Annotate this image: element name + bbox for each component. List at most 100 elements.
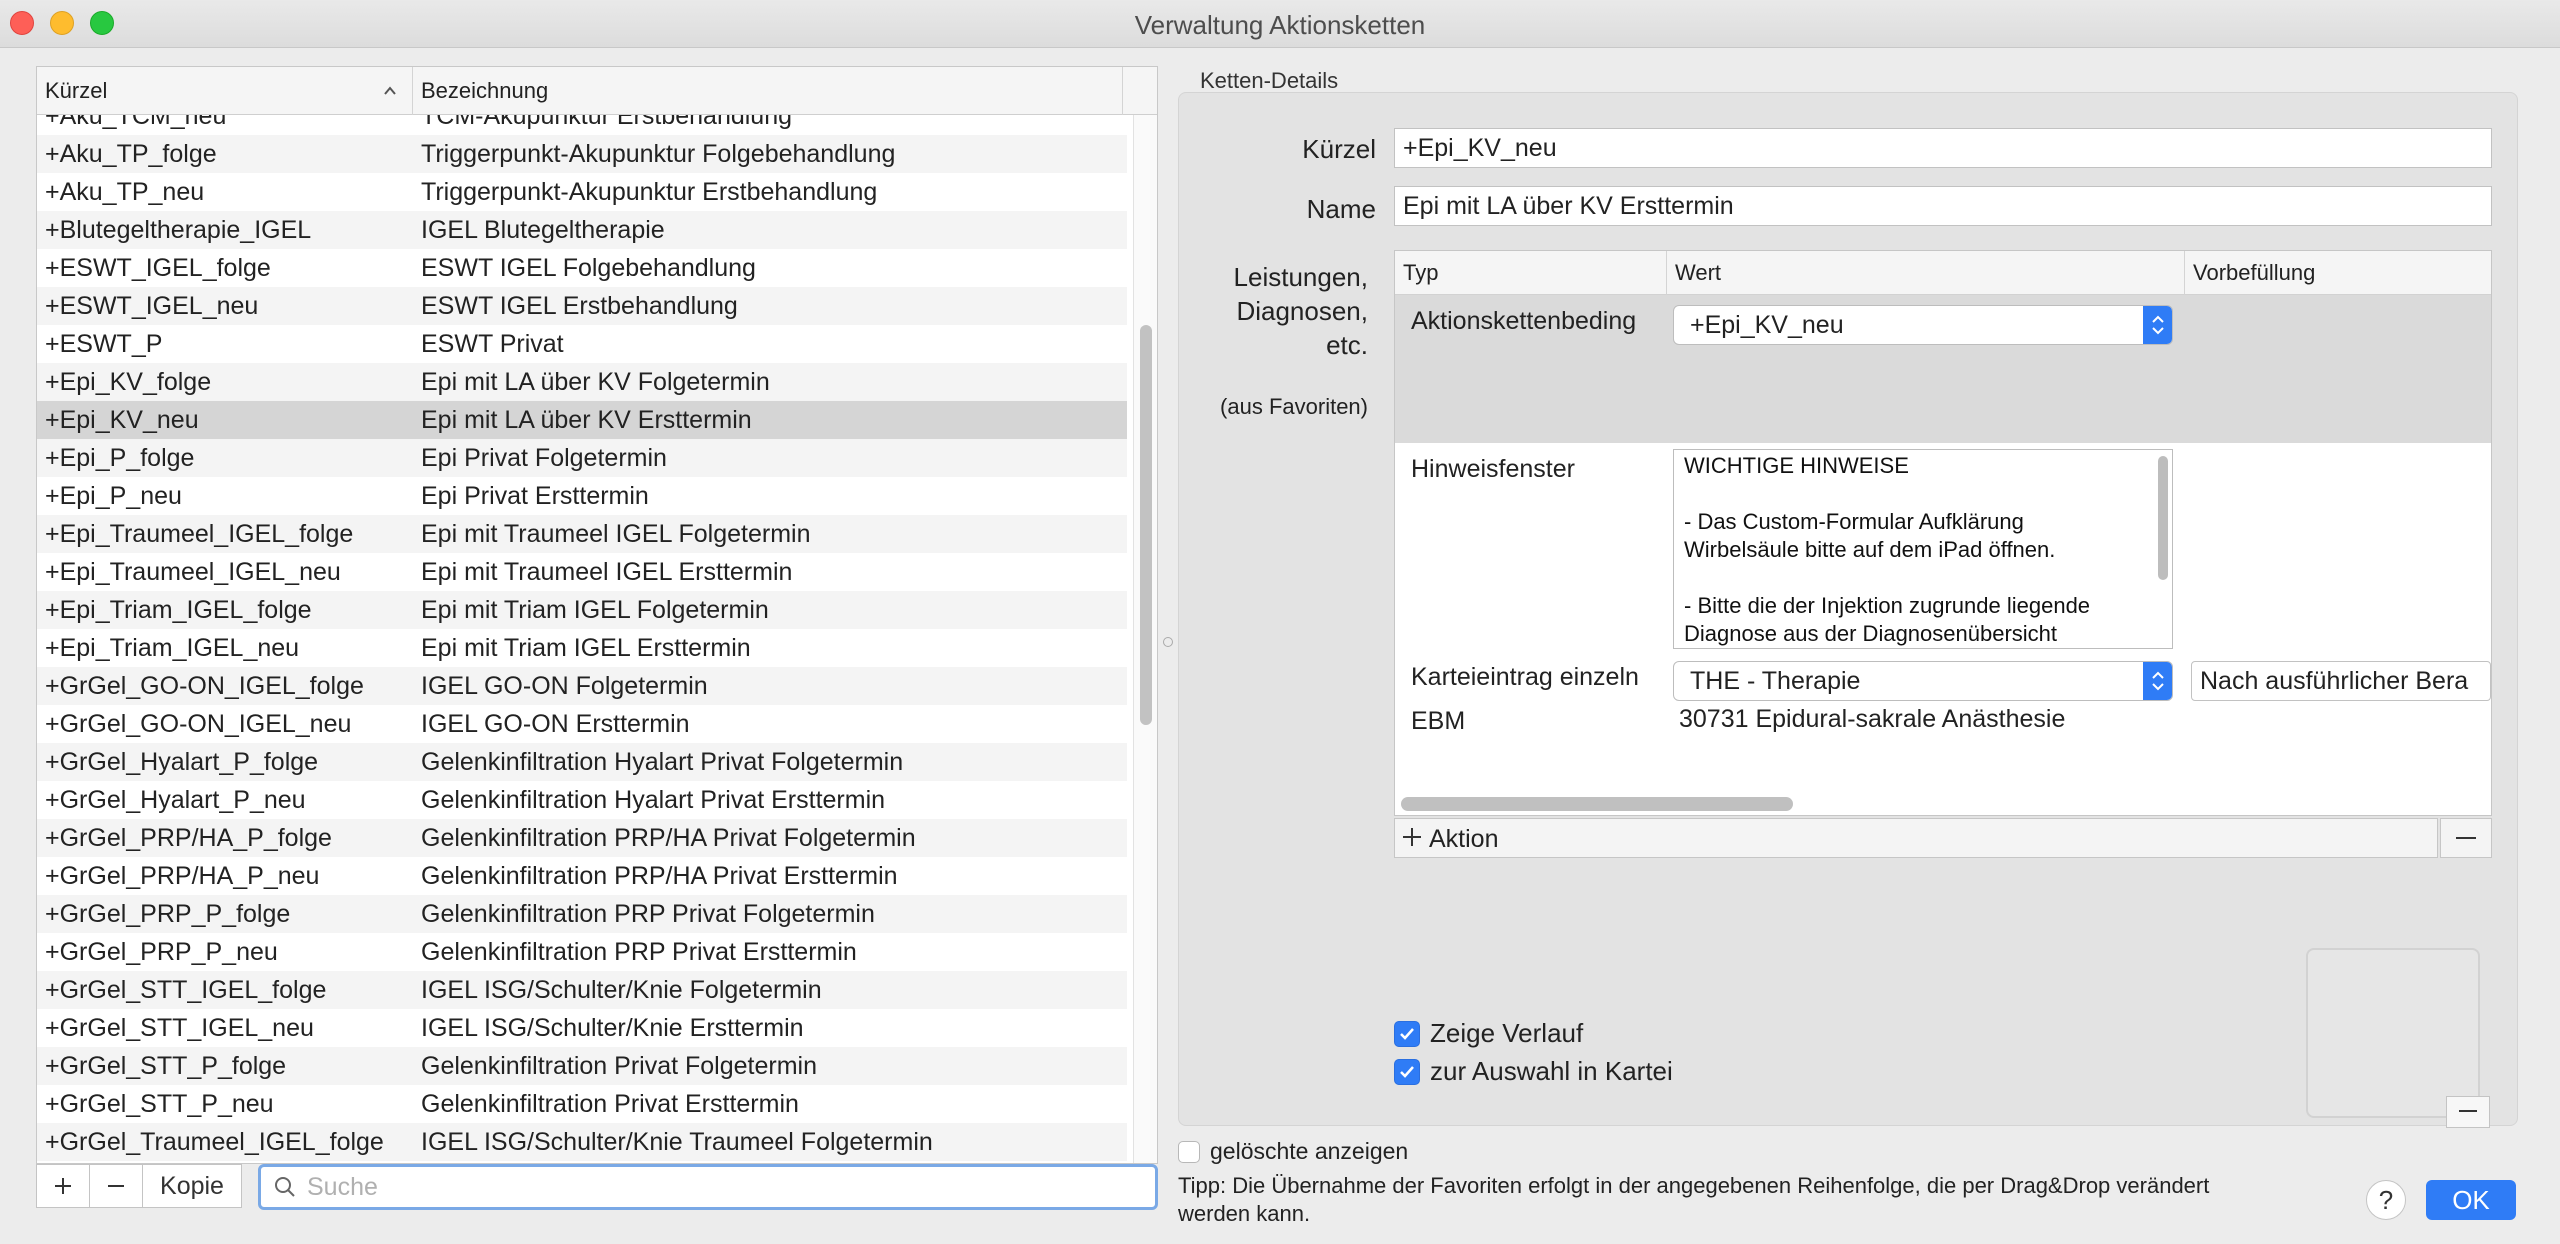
table-row[interactable]: +ESWT_P ESWT Privat xyxy=(37,325,1127,363)
action-type-cell: Karteieintrag einzeln xyxy=(1411,663,1639,691)
ok-button[interactable]: OK xyxy=(2426,1180,2516,1220)
cell-bezeichnung: Epi mit Traumeel IGEL Folgetermin xyxy=(421,520,811,548)
kartei-entry-select-value: THE - Therapie xyxy=(1690,667,1861,695)
table-row[interactable]: +GrGel_GO-ON_IGEL_folge IGEL GO-ON Folget… xyxy=(37,667,1127,705)
table-row[interactable]: +Aku_TCM_neu TCM-Akupunktur Erstbehandlun… xyxy=(37,115,1127,135)
condition-select[interactable]: +Epi_KV_neu xyxy=(1673,305,2173,345)
cell-kuerzel: +GrGel_GO-ON_IGEL_neu xyxy=(45,710,352,738)
table-row[interactable]: +GrGel_PRP/HA_P_neu Gelenkinfiltration PR… xyxy=(37,857,1127,895)
table-row[interactable]: +Blutegeltherapie_IGEL IGEL Blutegelthera… xyxy=(37,211,1127,249)
cell-kuerzel: +GrGel_PRP/HA_P_folge xyxy=(45,824,332,852)
ebm-value: 30731 Epidural-sakrale Anästhesie xyxy=(1679,705,2066,733)
chain-details-title: Ketten-Details xyxy=(1200,68,1339,93)
hint-text-line xyxy=(1684,564,2162,592)
table-row[interactable]: +Epi_Triam_IGEL_folge Epi mit Triam IGEL … xyxy=(37,591,1127,629)
search-input[interactable] xyxy=(307,1171,1137,1203)
leistungen-label: Leistungen, Diagnosen, etc. xyxy=(1190,260,1368,362)
table-row[interactable]: +Epi_Traumeel_IGEL_folge Epi mit Traumeel… xyxy=(37,515,1127,553)
cell-kuerzel: +Epi_Triam_IGEL_folge xyxy=(45,596,312,624)
table-body: +Aku_TCM_neu TCM-Akupunktur Erstbehandlun… xyxy=(37,115,1127,1163)
cell-kuerzel: +Epi_P_folge xyxy=(45,444,195,472)
cell-kuerzel: +ESWT_IGEL_neu xyxy=(45,292,259,320)
table-row[interactable]: +Epi_Traumeel_IGEL_neu Epi mit Traumeel I… xyxy=(37,553,1127,591)
column-header-bezeichnung[interactable]: Bezeichnung xyxy=(413,67,1123,115)
cell-bezeichnung: Gelenkinfiltration PRP/HA Privat Erstter… xyxy=(421,862,898,890)
column-header-wert[interactable]: Wert xyxy=(1667,251,2185,295)
name-field[interactable]: Epi mit LA über KV Ersttermin xyxy=(1394,186,2492,226)
split-view-handle[interactable] xyxy=(1163,637,1173,647)
cell-bezeichnung: IGEL Blutegeltherapie xyxy=(421,216,665,244)
table-row[interactable]: +Epi_Triam_IGEL_neu Epi mit Triam IGEL Er… xyxy=(37,629,1127,667)
prefill-field[interactable]: Nach ausführlicher Bera xyxy=(2191,661,2491,701)
hint-text-line xyxy=(1684,480,2162,508)
hint-text-line: - Bitte die der Injektion zugrunde liege… xyxy=(1684,593,2091,618)
hint-text-line: - Das Custom-Formular Aufklärung xyxy=(1684,509,2024,534)
cell-kuerzel: +GrGel_PRP_P_neu xyxy=(45,938,278,966)
cell-kuerzel: +Epi_KV_neu xyxy=(45,406,199,434)
remove-image-button[interactable] xyxy=(2446,1096,2490,1128)
zur-auswahl-checkbox[interactable]: zur Auswahl in Kartei xyxy=(1394,1056,1673,1087)
show-deleted-label: gelöschte anzeigen xyxy=(1210,1138,1409,1164)
table-row[interactable]: +GrGel_Hyalart_P_neu Gelenkinfiltration H… xyxy=(37,781,1127,819)
image-well[interactable] xyxy=(2306,948,2480,1118)
cell-bezeichnung: Epi mit LA über KV Folgetermin xyxy=(421,368,770,396)
show-deleted-checkbox[interactable]: gelöschte anzeigen xyxy=(1178,1138,1408,1165)
chain-actions-table: Typ Wert Vorbefüllung Aktionskettenbedin… xyxy=(1394,250,2492,816)
table-row[interactable]: +GrGel_PRP/HA_P_folge Gelenkinfiltration … xyxy=(37,819,1127,857)
kuerzel-field[interactable]: +Epi_KV_neu xyxy=(1394,128,2492,168)
table-row[interactable]: +GrGel_PRP_P_neu Gelenkinfiltration PRP P… xyxy=(37,933,1127,971)
cell-kuerzel: +Epi_P_neu xyxy=(45,482,182,510)
table-row[interactable]: +GrGel_STT_IGEL_neu IGEL ISG/Schulter/Kni… xyxy=(37,1009,1127,1047)
checkmark-icon xyxy=(1394,1020,1420,1047)
hint-textarea[interactable]: WICHTIGE HINWEISE - Das Custom-Formular A… xyxy=(1673,449,2173,649)
table-scrollbar-thumb[interactable] xyxy=(1140,325,1152,725)
remove-action-button[interactable] xyxy=(2440,818,2492,858)
hint-text: WICHTIGE HINWEISE - Das Custom-Formular A… xyxy=(1684,452,2162,648)
add-action-label: Aktion xyxy=(1429,825,1499,853)
kartei-entry-select[interactable]: THE - Therapie xyxy=(1673,661,2173,701)
cell-bezeichnung: Epi mit Traumeel IGEL Ersttermin xyxy=(421,558,793,586)
table-row[interactable]: +Aku_TP_folge Triggerpunkt-Akupunktur Fol… xyxy=(37,135,1127,173)
hint-text-line: WICHTIGE HINWEISE xyxy=(1684,453,1909,478)
table-row[interactable]: +ESWT_IGEL_folge ESWT IGEL Folgebehandlun… xyxy=(37,249,1127,287)
leistungen-label-line: Leistungen, xyxy=(1233,262,1368,292)
help-button[interactable]: ? xyxy=(2366,1180,2406,1220)
actions-table-horizontal-scrollbar[interactable] xyxy=(1401,797,1793,811)
cell-kuerzel: +GrGel_GO-ON_IGEL_folge xyxy=(45,672,364,700)
table-row[interactable]: +GrGel_PRP_P_folge Gelenkinfiltration PRP… xyxy=(37,895,1127,933)
table-row[interactable]: +ESWT_IGEL_neu ESWT IGEL Erstbehandlung xyxy=(37,287,1127,325)
column-header-vorbefuellung[interactable]: Vorbefüllung xyxy=(2185,251,2491,295)
table-row[interactable]: +GrGel_Hyalart_P_folge Gelenkinfiltration… xyxy=(37,743,1127,781)
zeige-verlauf-checkbox[interactable]: Zeige Verlauf xyxy=(1394,1018,1583,1049)
table-row[interactable]: +Epi_P_neu Epi Privat Ersttermin xyxy=(37,477,1127,515)
table-row[interactable]: +GrGel_Traumeel_IGEL_folge IGEL ISG/Schul… xyxy=(37,1123,1127,1161)
copy-chain-button[interactable]: Kopie xyxy=(142,1164,242,1208)
search-field[interactable] xyxy=(258,1164,1158,1210)
hint-text-line: Wirbelsäule bitte auf dem iPad öffnen. xyxy=(1684,537,2056,562)
cell-kuerzel: +GrGel_Traumeel_IGEL_folge xyxy=(45,1128,384,1156)
table-row[interactable]: +Epi_KV_folge Epi mit LA über KV Folgeter… xyxy=(37,363,1127,401)
table-row[interactable]: +GrGel_STT_P_folge Gelenkinfiltration Pri… xyxy=(37,1047,1127,1085)
table-row[interactable]: +GrGel_STT_IGEL_folge IGEL ISG/Schulter/K… xyxy=(37,971,1127,1009)
table-row[interactable]: +GrGel_GO-ON_IGEL_neu IGEL GO-ON Erstterm… xyxy=(37,705,1127,743)
column-header-kuerzel[interactable]: Kürzel xyxy=(37,67,413,115)
search-icon xyxy=(275,1177,295,1197)
favoriten-label: (aus Favoriten) xyxy=(1220,394,1368,419)
cell-kuerzel: +Epi_KV_folge xyxy=(45,368,212,396)
add-action-button[interactable]: Aktion xyxy=(1394,818,2438,858)
table-vertical-scrollbar[interactable] xyxy=(1133,115,1157,1163)
cell-kuerzel: +Aku_TP_neu xyxy=(45,178,205,206)
cell-bezeichnung: IGEL GO-ON Folgetermin xyxy=(421,672,708,700)
cell-bezeichnung: Epi Privat Ersttermin xyxy=(421,482,649,510)
zur-auswahl-label: zur Auswahl in Kartei xyxy=(1430,1056,1673,1086)
table-row[interactable]: +Epi_P_folge Epi Privat Folgetermin xyxy=(37,439,1127,477)
textarea-scrollbar[interactable] xyxy=(2158,456,2168,580)
table-row[interactable]: +Epi_KV_neu Epi mit LA über KV Ersttermin xyxy=(37,401,1127,439)
tip-text: Tipp: Die Übernahme der Favoriten erfolg… xyxy=(1178,1172,2328,1228)
cell-bezeichnung: Epi Privat Folgetermin xyxy=(421,444,667,472)
add-chain-button[interactable] xyxy=(36,1164,90,1208)
table-row[interactable]: +GrGel_STT_P_neu Gelenkinfiltration Priva… xyxy=(37,1085,1127,1123)
remove-chain-button[interactable] xyxy=(89,1164,143,1208)
table-row[interactable]: +Aku_TP_neu Triggerpunkt-Akupunktur Erstb… xyxy=(37,173,1127,211)
column-header-typ[interactable]: Typ xyxy=(1395,251,1667,295)
